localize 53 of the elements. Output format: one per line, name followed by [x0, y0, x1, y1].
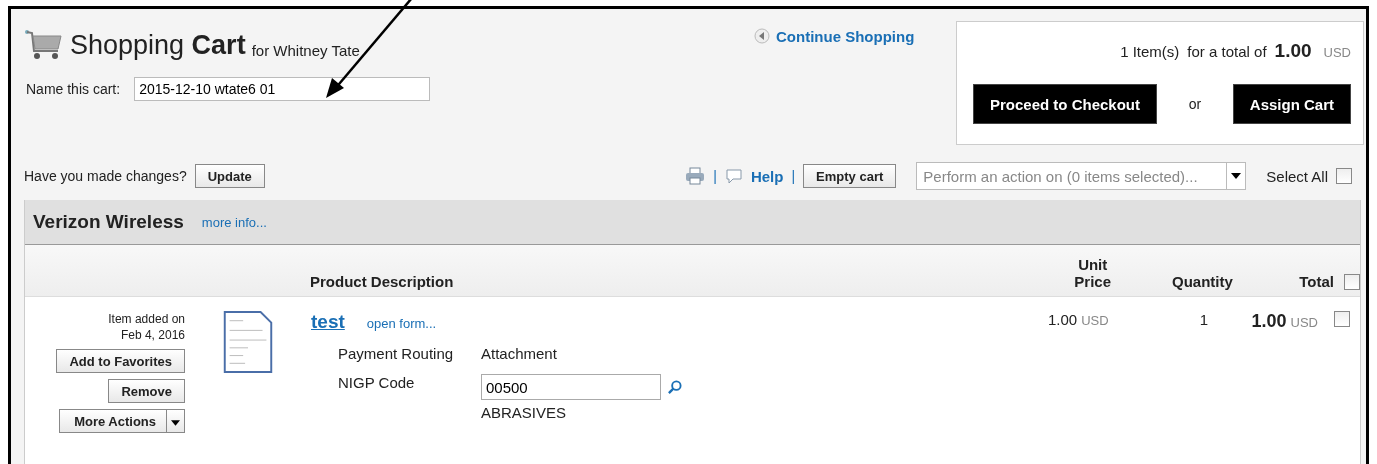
- page-title: Shopping Cart: [70, 30, 246, 61]
- caret-icon: [1231, 173, 1242, 179]
- item-count: 1 Item(s): [1120, 43, 1180, 60]
- currency-label: USD: [1290, 315, 1318, 330]
- field-value: Attachment: [481, 345, 557, 362]
- separator: |: [713, 168, 717, 184]
- item-checkbox[interactable]: [1334, 311, 1350, 327]
- select-column-checkbox[interactable]: [1344, 274, 1360, 290]
- empty-cart-button[interactable]: Empty cart: [803, 164, 897, 188]
- field-label: NIGP Code: [338, 374, 416, 393]
- supplier-name: Verizon Wireless: [33, 211, 184, 233]
- or-label: or: [1188, 96, 1202, 112]
- more-info-link[interactable]: more info...: [201, 214, 267, 230]
- cart-name-field[interactable]: 2015-12-10 wtate6 01: [134, 77, 431, 101]
- select-all-checkbox[interactable]: [1336, 168, 1352, 184]
- column-header: Quantity: [1170, 273, 1234, 290]
- item-name-link[interactable]: test: [311, 311, 345, 333]
- help-bubble-icon: [724, 168, 743, 184]
- nigp-code-field[interactable]: 00500: [481, 374, 661, 400]
- line-total: 1.00: [1251, 311, 1287, 331]
- code-description: ABRASIVES: [481, 404, 568, 421]
- action-dropdown[interactable]: Perform an action on (0 items selected)...: [916, 162, 1247, 190]
- update-button[interactable]: Update: [194, 164, 265, 188]
- add-to-favorites-button[interactable]: Add to Favorites: [56, 349, 185, 373]
- cart-owner: for Whitney Tate: [251, 42, 360, 61]
- column-header: Unit Price: [1073, 256, 1113, 290]
- cart-name-label: Name this cart:: [26, 81, 121, 97]
- printer-icon[interactable]: [685, 167, 706, 185]
- cart-total: 1.00: [1274, 40, 1312, 62]
- column-header: Product Description: [310, 273, 455, 290]
- proceed-to-checkout-button[interactable]: Proceed to Checkout: [973, 84, 1158, 124]
- column-header: Total: [1298, 273, 1334, 290]
- total-label: for a total of: [1187, 43, 1267, 60]
- remove-button[interactable]: Remove: [108, 379, 185, 403]
- document-thumbnail-icon: [223, 311, 273, 373]
- select-all-label: Select All: [1266, 167, 1328, 185]
- field-label: Payment Routing: [338, 345, 455, 362]
- more-actions-button[interactable]: More Actions: [59, 409, 166, 433]
- currency-label: USD: [1323, 45, 1351, 60]
- shopping-cart-icon: [24, 29, 64, 61]
- changes-prompt: Have you made changes?: [24, 168, 187, 184]
- item-added-date: Item added on Feb 4, 2016: [108, 311, 185, 343]
- help-link[interactable]: Help: [750, 167, 784, 185]
- currency-label: USD: [1081, 313, 1109, 328]
- quantity-value: 1: [1198, 311, 1208, 328]
- open-form-link[interactable]: open form...: [366, 316, 437, 331]
- caret-icon: [171, 419, 180, 426]
- separator: |: [791, 168, 796, 184]
- continue-shopping-link[interactable]: Continue Shopping: [776, 27, 915, 45]
- unit-price: 1.00: [1048, 311, 1078, 328]
- assign-cart-button[interactable]: Assign Cart: [1232, 84, 1351, 124]
- more-actions-dropdown[interactable]: [166, 409, 185, 433]
- search-icon[interactable]: [667, 379, 682, 395]
